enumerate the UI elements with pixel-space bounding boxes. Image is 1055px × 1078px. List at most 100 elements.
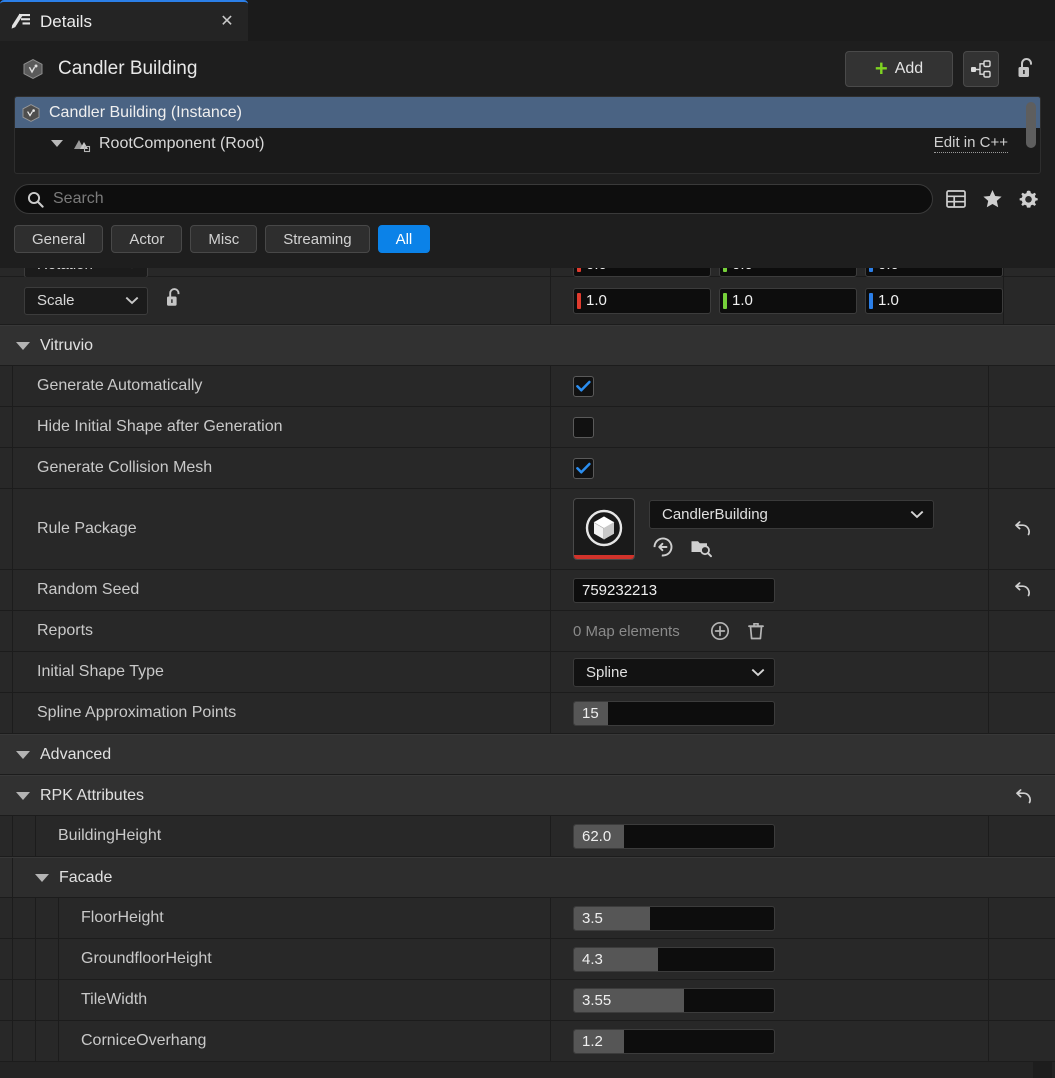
details-panel: Candler Building + Add Candler Building …: [0, 41, 1055, 1078]
blueprint-graph-icon[interactable]: [963, 50, 999, 87]
scale-mode-dropdown[interactable]: Scale: [24, 286, 148, 315]
rotation-y-field[interactable]: 0.0: [719, 268, 857, 277]
scene-component-icon: [71, 134, 91, 154]
row-reset-tilewidth: [989, 980, 1055, 1020]
row-name-random-seed: Random Seed: [0, 570, 551, 610]
tilewidth-value: 3.55: [582, 991, 612, 1009]
table-row-hide-initial-shape[interactable]: Hide Initial Shape after Generation: [0, 407, 1055, 448]
category-facade[interactable]: Facade: [0, 857, 1055, 898]
initial-shape-type-dropdown[interactable]: Spline: [573, 657, 775, 687]
scale-y-value: 1.0: [732, 292, 753, 309]
groundfloorheight-slider[interactable]: 4.3: [573, 946, 775, 972]
property-label: Random Seed: [37, 581, 140, 598]
filter-chip-all[interactable]: All: [377, 225, 431, 253]
tree-scrollbar[interactable]: [1026, 102, 1036, 148]
random-seed-field[interactable]: 759232213: [573, 577, 775, 603]
property-label: Reports: [37, 622, 94, 639]
category-vitruvio-label: Vitruvio: [40, 336, 94, 354]
filter-chip-actor[interactable]: Actor: [111, 225, 183, 253]
table-row-generate-automatically[interactable]: Generate Automatically: [0, 366, 1055, 407]
tab-details[interactable]: Details ✕: [0, 0, 248, 41]
row-name-initial-shape-type: Initial Shape Type: [0, 652, 551, 692]
rule-package-asset-dropdown[interactable]: CandlerBuilding: [649, 499, 934, 529]
panel-header: Candler Building + Add: [0, 41, 1055, 96]
scale-x-field[interactable]: 1.0: [573, 287, 711, 314]
tilewidth-slider[interactable]: 3.55: [573, 987, 775, 1013]
row-value-corniceoverhang: 1.2: [551, 1021, 989, 1061]
table-row-scale[interactable]: Scale 1.0 1.0 1.0: [0, 277, 1055, 325]
row-reset-groundfloorheight: [989, 939, 1055, 979]
chevron-down-icon[interactable]: [16, 791, 30, 800]
actor-cube-icon: [21, 103, 41, 123]
use-selected-asset-icon[interactable]: [651, 535, 675, 559]
add-element-icon[interactable]: [708, 619, 732, 643]
chevron-down-icon[interactable]: [35, 873, 49, 882]
category-rpk-attributes[interactable]: RPK Attributes: [0, 775, 1055, 816]
row-reset-buildingheight: [989, 816, 1055, 856]
tree-item-instance-label: Candler Building (Instance): [49, 103, 242, 121]
rule-package-thumbnail[interactable]: [573, 498, 635, 560]
hide-initial-shape-checkbox[interactable]: [573, 416, 594, 438]
table-row-random-seed[interactable]: Random Seed 759232213: [0, 570, 1055, 611]
category-advanced[interactable]: Advanced: [0, 734, 1055, 775]
property-label: FloorHeight: [81, 909, 164, 926]
row-reset-rule-package[interactable]: [989, 489, 1055, 569]
table-row-floorheight[interactable]: FloorHeight 3.5: [0, 898, 1055, 939]
tab-strip: Details ✕: [0, 0, 1055, 41]
property-label: CorniceOverhang: [81, 1032, 207, 1049]
table-row-tilewidth[interactable]: TileWidth 3.55: [0, 980, 1055, 1021]
filter-chip-general[interactable]: General: [14, 225, 104, 253]
browse-to-asset-icon[interactable]: [689, 535, 713, 559]
rotation-z-value: 0.0: [878, 268, 899, 273]
generate-automatically-checkbox[interactable]: [573, 375, 594, 397]
unlock-icon[interactable]: [1011, 53, 1041, 85]
chevron-down-icon[interactable]: [51, 140, 63, 147]
filter-chip-streaming[interactable]: Streaming: [265, 225, 370, 253]
category-vitruvio[interactable]: Vitruvio: [0, 325, 1055, 366]
table-row-corniceoverhang[interactable]: CorniceOverhang 1.2: [0, 1021, 1055, 1062]
table-row-initial-shape-type[interactable]: Initial Shape Type Spline: [0, 652, 1055, 693]
table-row-groundfloorheight[interactable]: GroundfloorHeight 4.3: [0, 939, 1055, 980]
scale-y-field[interactable]: 1.0: [719, 287, 857, 314]
tree-item-instance[interactable]: Candler Building (Instance): [15, 97, 1040, 128]
table-row-spline-approximation-points[interactable]: Spline Approximation Points 15: [0, 693, 1055, 734]
spline-approximation-points-slider[interactable]: 15: [573, 700, 775, 726]
floorheight-slider[interactable]: 3.5: [573, 905, 775, 931]
edit-in-cpp-link[interactable]: Edit in C++: [933, 134, 1008, 153]
corniceoverhang-slider[interactable]: 1.2: [573, 1028, 775, 1054]
scale-lock-icon[interactable]: [164, 287, 184, 314]
rotation-x-field[interactable]: 0.0: [573, 268, 711, 277]
search-input[interactable]: [53, 190, 920, 208]
chevron-down-icon[interactable]: [16, 750, 30, 759]
row-reset-random-seed[interactable]: [989, 570, 1055, 610]
table-row-rotation[interactable]: Rotation 0.0 0.0: [0, 268, 1055, 278]
property-label: Initial Shape Type: [37, 663, 164, 680]
close-icon[interactable]: ✕: [216, 11, 238, 33]
reset-icon[interactable]: [1012, 519, 1032, 539]
table-row-rule-package[interactable]: Rule Package CandlerBuilding: [0, 489, 1055, 570]
tree-item-root[interactable]: RootComponent (Root): [15, 128, 1040, 159]
search-box[interactable]: [14, 184, 933, 214]
chevron-down-icon[interactable]: [16, 341, 30, 350]
table-row-reports[interactable]: Reports 0 Map elements: [0, 611, 1055, 652]
settings-gear-icon[interactable]: [1015, 186, 1041, 212]
table-row-generate-collision-mesh[interactable]: Generate Collision Mesh: [0, 448, 1055, 489]
reset-icon[interactable]: [1012, 580, 1032, 600]
table-view-icon[interactable]: [943, 186, 969, 212]
property-label: Generate Automatically: [37, 377, 203, 394]
table-row-buildingheight[interactable]: BuildingHeight 62.0: [0, 816, 1055, 857]
row-reset-corniceoverhang: [989, 1021, 1055, 1061]
category-advanced-label: Advanced: [40, 745, 112, 763]
favorites-star-icon[interactable]: [979, 186, 1005, 212]
initial-shape-type-value: Spline: [586, 663, 628, 681]
filter-chip-misc[interactable]: Misc: [190, 225, 258, 253]
scale-z-field[interactable]: 1.0: [865, 287, 1003, 314]
property-list[interactable]: Rotation 0.0 0.0: [0, 268, 1055, 1078]
reset-icon[interactable]: [1013, 787, 1033, 812]
buildingheight-slider[interactable]: 62.0: [573, 823, 775, 849]
groundfloorheight-value: 4.3: [582, 950, 603, 968]
add-component-button[interactable]: + Add: [845, 50, 953, 87]
trash-icon[interactable]: [744, 619, 768, 643]
rotation-z-field[interactable]: 0.0: [865, 268, 1003, 277]
generate-collision-mesh-checkbox[interactable]: [573, 457, 594, 479]
